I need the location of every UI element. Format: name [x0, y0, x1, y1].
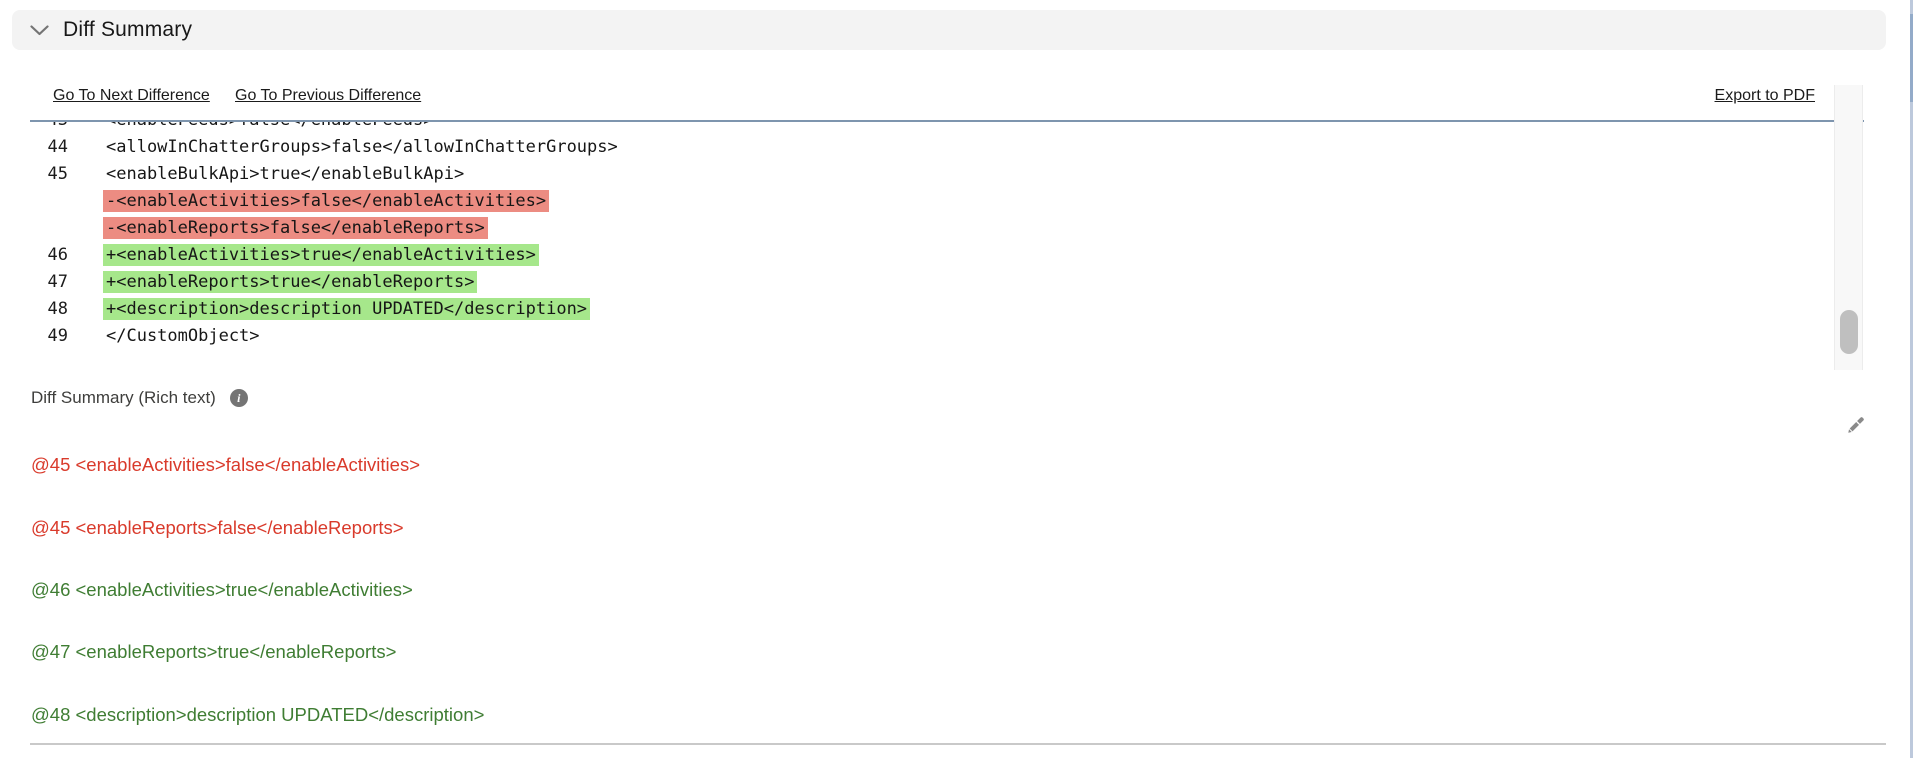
line-number: 48 [47, 299, 68, 319]
rich-text-diff-line: @48 <description>description UPDATED</de… [31, 704, 485, 725]
rich-text-field-label: Diff Summary (Rich text) [31, 388, 216, 407]
chevron-down-icon[interactable] [30, 24, 49, 36]
rich-text-diff-line: @47 <enableReports>true</enableReports> [31, 641, 397, 662]
page-scrollbar-thumb[interactable] [1910, 14, 1913, 102]
info-icon[interactable]: i [229, 389, 248, 407]
diff-lines: 43 <enableFeeds>false</enableFeeds> 44 <all… [30, 120, 1864, 350]
diff-summary-section-header[interactable]: Diff Summary [12, 10, 1886, 50]
code-scrollbar-track[interactable] [1834, 85, 1863, 370]
diff-line: 45 <enableBulkApi>true</enableBulkApi> [30, 161, 1864, 188]
go-to-next-difference-link[interactable]: Go To Next Difference [53, 87, 210, 105]
code-scrollbar-thumb[interactable] [1840, 310, 1858, 354]
diff-line: 47 +<enableReports>true</enableReports> [30, 269, 1864, 296]
line-number: 47 [47, 272, 68, 292]
line-number: 44 [47, 137, 68, 157]
line-text: +<description>description UPDATED</descr… [103, 298, 591, 320]
line-number: 49 [47, 326, 68, 346]
diff-line: 43 <enableFeeds>false</enableFeeds> [30, 120, 1864, 134]
diff-line: 46 +<enableActivities>true</enableActivit… [30, 242, 1864, 269]
line-number: 45 [47, 164, 68, 184]
export-to-pdf-link[interactable]: Export to PDF [1715, 87, 1815, 105]
section-title: Diff Summary [63, 18, 193, 41]
diff-code-panel[interactable]: 43 <enableFeeds>false</enableFeeds> 44 <all… [30, 120, 1864, 370]
rich-text-field-label-row: Diff Summary (Rich text) i [31, 388, 248, 408]
section-bottom-divider [30, 743, 1886, 745]
go-to-previous-difference-link[interactable]: Go To Previous Difference [235, 87, 421, 105]
rich-text-diff-line: @45 <enableActivities>false</enableActiv… [31, 454, 421, 475]
edit-field-button[interactable] [1843, 412, 1869, 438]
line-number: 46 [47, 245, 68, 265]
diff-line: 48 +<description>description UPDATED</des… [30, 296, 1864, 323]
rich-text-diff-line: @46 <enableActivities>true</enableActivi… [31, 579, 413, 600]
line-text: -<enableActivities>false</enableActiviti… [103, 190, 550, 212]
line-text: -<enableReports>false</enableReports> [103, 217, 488, 239]
pencil-icon [1848, 417, 1864, 433]
diff-line: 49 </CustomObject> [30, 323, 1864, 350]
line-text: <allowInChatterGroups>false</allowInChat… [106, 137, 618, 157]
diff-line: 44 <allowInChatterGroups>false</allowInCh… [30, 134, 1864, 161]
line-text: +<enableActivities>true</enableActivitie… [103, 244, 539, 266]
diff-line: -<enableReports>false</enableReports> [30, 215, 1864, 242]
page-scrollbar-track[interactable] [1910, 0, 1913, 758]
line-text: </CustomObject> [106, 326, 260, 346]
line-text: <enableBulkApi>true</enableBulkApi> [106, 164, 465, 184]
line-text: <enableFeeds>false</enableFeeds> [106, 120, 434, 130]
line-text: +<enableReports>true</enableReports> [103, 271, 478, 293]
diff-line: -<enableActivities>false</enableActiviti… [30, 188, 1864, 215]
rich-text-diff-line: @45 <enableReports>false</enableReports> [31, 517, 404, 538]
line-number: 43 [47, 120, 68, 130]
